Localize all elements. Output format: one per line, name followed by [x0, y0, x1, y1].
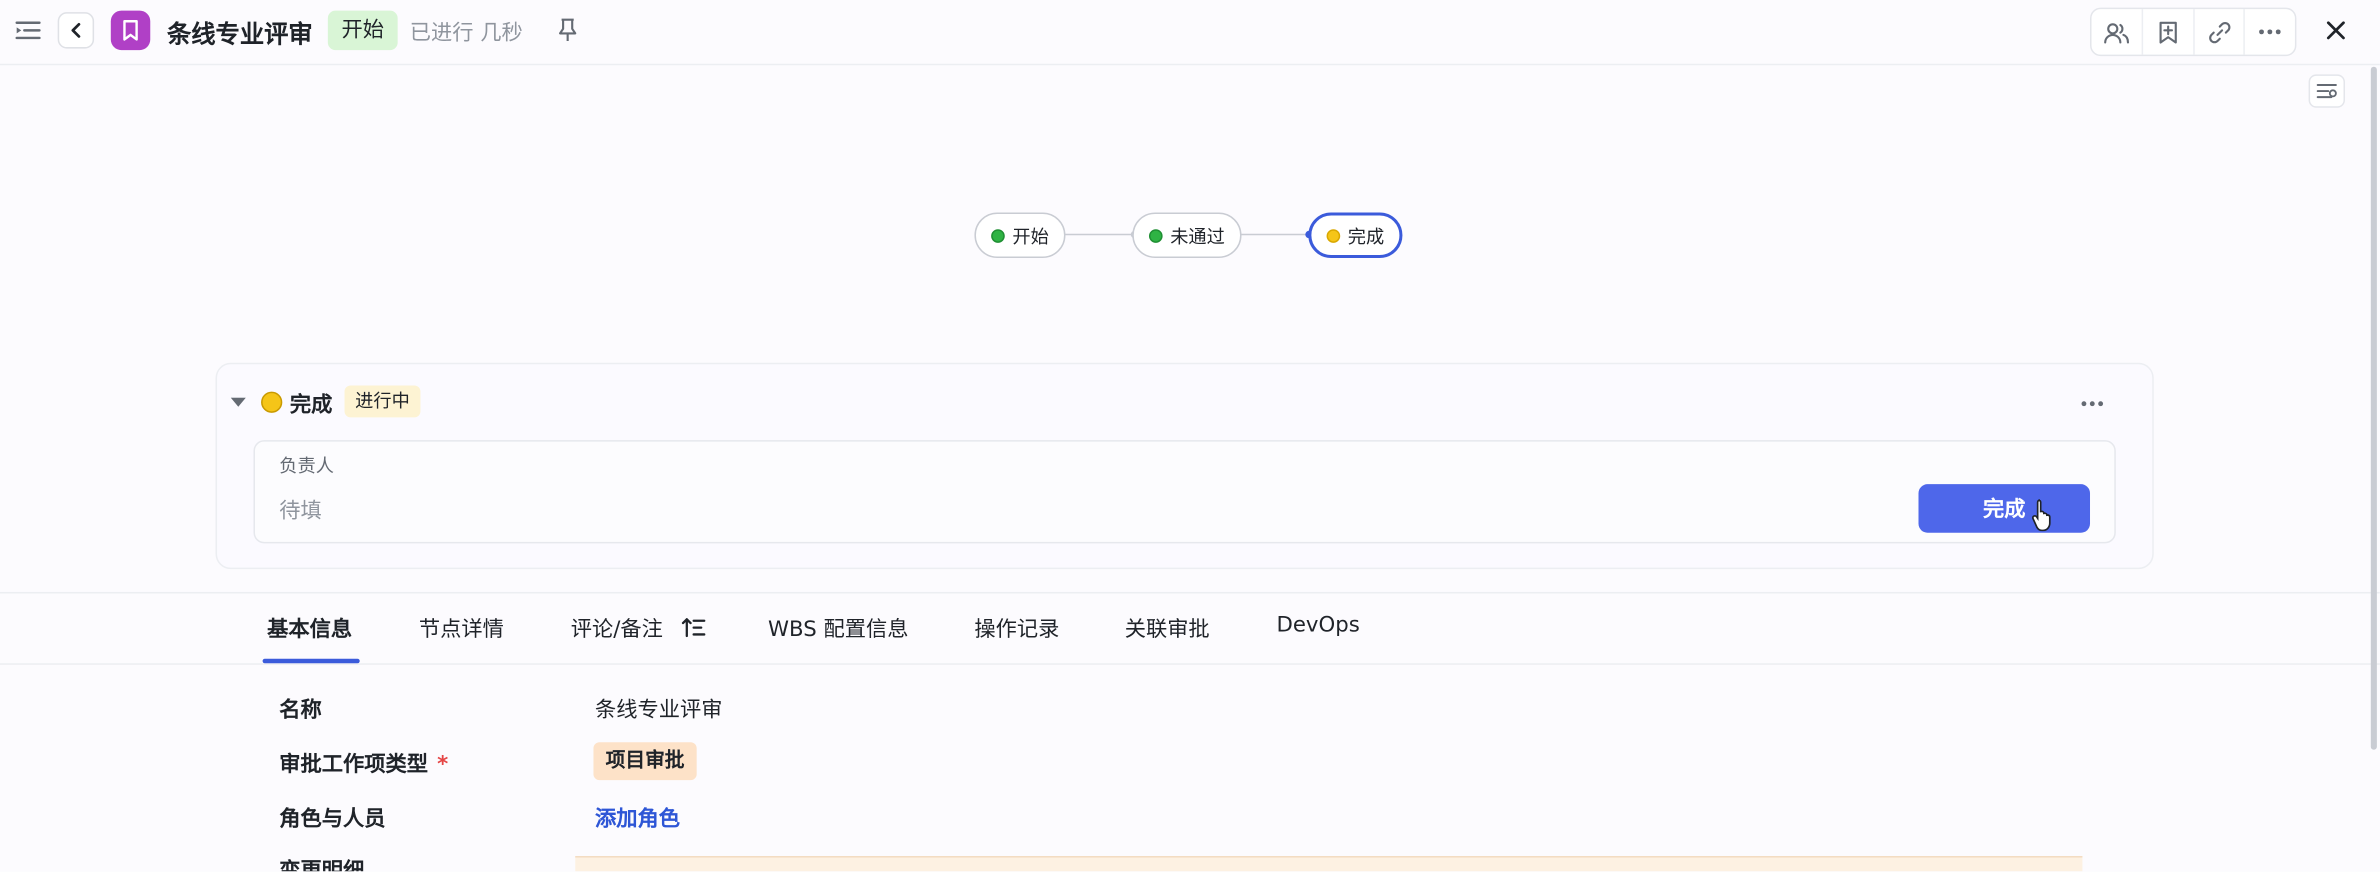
name-value[interactable]: 条线专业评审 — [595, 694, 722, 724]
workflow-node-label: 开始 — [1012, 225, 1049, 247]
name-label: 名称 — [279, 698, 322, 723]
copy-link-button[interactable] — [2193, 9, 2244, 55]
caret-down-icon[interactable] — [229, 393, 247, 411]
tab-devops[interactable]: DevOps — [1276, 613, 1359, 637]
settings-sliders-icon — [2316, 84, 2337, 99]
roles-label: 角色与人员 — [279, 807, 386, 832]
bookmark-icon — [110, 10, 151, 51]
more-icon — [2259, 29, 2282, 35]
tab-comments[interactable]: 评论/备注 — [571, 613, 663, 643]
sidebar-toggle-icon[interactable] — [14, 18, 41, 42]
status-badge: 进行中 — [344, 385, 421, 418]
add-role-link[interactable]: 添加角色 — [595, 803, 680, 833]
approval-type-label-text: 审批工作项类型 — [279, 752, 429, 778]
sort-order-icon[interactable] — [681, 616, 706, 637]
status-dot-icon — [1148, 228, 1163, 243]
active-tab-indicator — [262, 658, 360, 664]
close-icon — [2326, 21, 2345, 40]
required-mark: * — [437, 752, 449, 778]
owner-field[interactable]: 待填 — [279, 495, 321, 525]
save-icon — [2159, 20, 2178, 43]
approval-type-tag[interactable]: 项目审批 — [593, 742, 697, 781]
status-dot-icon — [991, 228, 1005, 243]
tab-operation-log[interactable]: 操作记录 — [974, 613, 1059, 643]
tab-wbs-config[interactable]: WBS 配置信息 — [768, 613, 908, 643]
chevron-left-icon — [71, 22, 81, 38]
approval-type-label: 审批工作项类型 * — [279, 748, 448, 778]
node-name: 完成 — [289, 393, 333, 418]
back-button[interactable] — [57, 12, 95, 49]
header-toolbar — [2090, 7, 2297, 57]
page-title: 条线专业评审 — [166, 19, 313, 49]
more-button[interactable] — [2244, 9, 2295, 55]
save-button[interactable] — [2142, 9, 2193, 55]
workflow-node-start[interactable]: 开始 — [974, 212, 1066, 259]
status-dot-icon — [1326, 228, 1341, 243]
tab-related-approvals[interactable]: 关联审批 — [1125, 613, 1210, 643]
workflow-node-complete[interactable]: 完成 — [1308, 212, 1403, 259]
workflow-node-label: 完成 — [1347, 225, 1385, 247]
members-icon — [2104, 22, 2130, 43]
app-window: 条线专业评审 开始 已进行 几秒 开始 未通过 完成 完成 进行中 负责人 待填… — [0, 0, 2380, 872]
more-icon — [2080, 401, 2103, 407]
elapsed-time: 已进行 几秒 — [409, 21, 523, 46]
node-status-icon — [261, 391, 283, 413]
link-icon — [2208, 21, 2231, 43]
card-more-button[interactable] — [2073, 392, 2109, 416]
change-details-box — [575, 856, 2083, 872]
change-details-label: 变更明细 — [279, 859, 365, 872]
complete-button[interactable]: 完成 — [1918, 484, 2091, 533]
close-button[interactable] — [2319, 14, 2352, 47]
view-settings-button[interactable] — [2308, 74, 2346, 108]
scrollbar[interactable] — [2370, 66, 2377, 750]
workflow-connector — [1059, 233, 1136, 236]
workflow-node-rejected[interactable]: 未通过 — [1132, 212, 1242, 259]
owner-section — [253, 440, 2116, 544]
tab-basic-info[interactable]: 基本信息 — [267, 613, 352, 643]
hand-cursor-icon — [2031, 498, 2055, 532]
owner-label: 负责人 — [279, 455, 334, 477]
status-badge[interactable]: 开始 — [327, 10, 398, 51]
tab-node-details[interactable]: 节点详情 — [419, 613, 504, 643]
workflow-node-label: 未通过 — [1170, 225, 1225, 247]
members-button[interactable] — [2092, 9, 2143, 55]
workflow-connector — [1237, 233, 1310, 236]
pin-icon[interactable] — [556, 17, 580, 44]
